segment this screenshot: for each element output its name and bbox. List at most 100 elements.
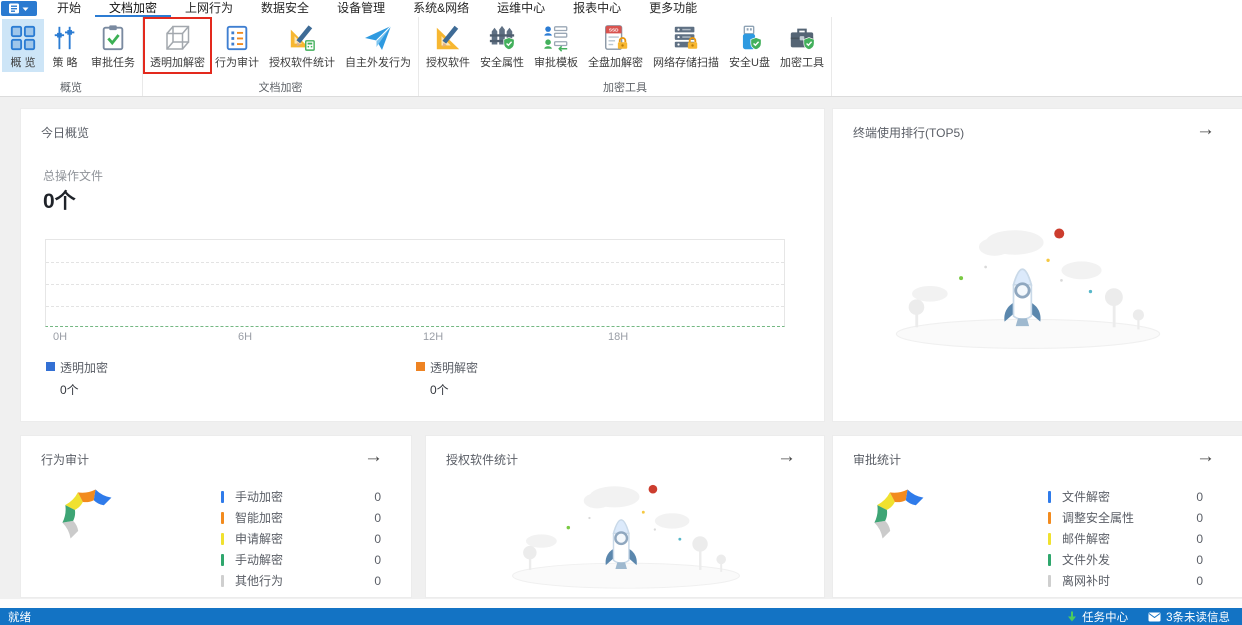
panel-title: 授权软件统计 — [446, 453, 519, 467]
legend-row: 手动解密 0 — [221, 549, 381, 570]
tab-internet-behavior[interactable]: 上网行为 — [171, 0, 247, 17]
ribbon-item-label: 授权软件 — [426, 57, 470, 69]
panel-arrow-link[interactable]: → — [777, 447, 796, 467]
legend-row: 调整安全属性 0 — [1048, 507, 1203, 528]
ribbon-item-outgoing-behavior[interactable]: 自主外发行为 — [340, 19, 416, 72]
behavior-audit-list-icon — [226, 25, 248, 51]
ribbon-item-label: 概 览 — [10, 57, 36, 69]
panel-today-overview: 今日概览 总操作文件 0个 0H 6H 12H 18H 透明加密 0个 透明解密… — [20, 108, 825, 422]
legend-marker — [46, 362, 55, 371]
ribbon-item-label: 授权软件统计 — [269, 57, 335, 69]
tab-system-network[interactable]: 系统&网络 — [399, 0, 483, 17]
ribbon-group-encryption-tools: 授权软件 安全属性 审批模板 SSD 全盘加解密 网络存储扫描 安全U盘 加密工… — [419, 17, 832, 96]
legend-row: 其他行为 0 — [221, 570, 381, 591]
panel-title: 审批统计 — [853, 453, 902, 467]
ribbon-item-overview[interactable]: 概 览 — [2, 19, 44, 72]
ribbon-group-label: 文档加密 — [258, 82, 303, 94]
tab-data-security[interactable]: 数据安全 — [247, 0, 323, 17]
ribbon-item-behavior-audit[interactable]: 行为审计 — [210, 19, 264, 72]
tab-start[interactable]: 开始 — [43, 0, 95, 17]
download-arrow-icon — [1068, 611, 1077, 621]
ribbon-item-policy[interactable]: 策 略 — [44, 19, 86, 72]
x-tick: 12H — [423, 331, 444, 343]
legend-label: 透明解密 — [430, 361, 479, 375]
ribbon-item-approval-template[interactable]: 审批模板 — [529, 19, 583, 72]
panel-terminal-rank: 终端使用排行(TOP5) → — [832, 108, 1242, 422]
behavior-audit-gauge-chart — [59, 484, 123, 548]
panel-arrow-link[interactable]: → — [1196, 447, 1215, 467]
legend-row: 离网补时 0 — [1048, 570, 1203, 591]
behavior-audit-legend: 手动加密 0 智能加密 0 申请解密 0 手动解密 0 其他行为 0 — [221, 486, 381, 591]
ribbon-item-label: 自主外发行为 — [345, 57, 411, 69]
ribbon-item-label: 行为审计 — [215, 57, 259, 69]
ribbon-item-licensed-software-stats[interactable]: 授权软件统计 — [264, 19, 340, 72]
task-center-button[interactable]: 任务中心 — [1067, 609, 1128, 625]
ribbon-item-crypt-toolbox[interactable]: 加密工具 — [775, 19, 829, 72]
ribbon-item-label: 安全属性 — [480, 57, 524, 69]
legend-transparent-encrypt: 透明加密 0个 — [46, 359, 108, 398]
total-files-value: 0个 — [43, 190, 76, 213]
ribbon-item-secure-usb[interactable]: 安全U盘 — [724, 19, 775, 72]
ribbon-item-transparent-crypt[interactable]: 透明加解密 — [145, 19, 210, 72]
network-storage-scan-icon — [674, 26, 699, 50]
outgoing-paper-plane-icon — [365, 25, 392, 50]
empty-state-rocket-illustration — [883, 209, 1173, 354]
legend-row: 智能加密 0 — [221, 507, 381, 528]
app-window: 开始 文档加密 上网行为 数据安全 设备管理 系统&网络 运维中心 报表中心 更… — [0, 0, 1242, 625]
tab-document-encryption[interactable]: 文档加密 — [95, 0, 172, 17]
crypt-toolbox-icon — [790, 28, 815, 51]
menu-bar: 开始 文档加密 上网行为 数据安全 设备管理 系统&网络 运维中心 报表中心 更… — [0, 0, 1242, 17]
app-menu-button[interactable] — [1, 1, 37, 16]
ribbon-group-document-encryption: 透明加解密 行为审计 授权软件统计 自主外发行为 文档加密 — [143, 17, 419, 96]
panel-behavior-audit: 行为审计 → 手动加密 0 智能加密 0 申请解密 0 手动解密 0 其他行为 0 — [20, 435, 412, 598]
panel-title: 今日概览 — [41, 126, 90, 140]
full-disk-crypt-icon: SSD — [604, 25, 628, 50]
ribbon-item-full-disk-crypt[interactable]: SSD 全盘加解密 — [583, 19, 648, 72]
ribbon-spacer — [832, 17, 1242, 96]
legend-row: 文件外发 0 — [1048, 549, 1203, 570]
legend-value: 0个 — [60, 383, 79, 397]
unread-messages-label: 3条未读信息 — [1166, 611, 1230, 624]
panel-title: 行为审计 — [41, 453, 90, 467]
ribbon-item-label: 透明加解密 — [150, 57, 205, 69]
ribbon-item-label: 审批模板 — [534, 57, 578, 69]
legend-label: 透明加密 — [60, 361, 109, 375]
ribbon-item-licensed-software[interactable]: 授权软件 — [421, 19, 475, 72]
x-tick: 0H — [53, 331, 68, 343]
ribbon-item-label: 策 略 — [52, 57, 78, 69]
today-trend-chart — [45, 239, 785, 327]
approval-stats-legend: 文件解密 0 调整安全属性 0 邮件解密 0 文件外发 0 离网补时 0 — [1048, 486, 1203, 591]
bottom-strip — [0, 599, 1242, 608]
licensed-software-icon — [436, 25, 460, 50]
tab-more-functions[interactable]: 更多功能 — [635, 0, 711, 17]
ribbon-item-network-storage-scan[interactable]: 网络存储扫描 — [648, 19, 724, 72]
policy-sliders-icon — [54, 26, 75, 50]
panel-arrow-link[interactable]: → — [364, 447, 383, 467]
transparent-crypt-cube-icon — [165, 25, 189, 50]
legend-row: 申请解密 0 — [221, 528, 381, 549]
licensed-software-stats-icon — [290, 25, 315, 51]
ribbon-group-label: 概览 — [60, 82, 82, 94]
legend-marker — [416, 362, 425, 371]
unread-messages-button[interactable]: 3条未读信息 — [1148, 609, 1230, 625]
approval-task-clipboard-icon — [102, 25, 124, 51]
menu-tabs: 开始 文档加密 上网行为 数据安全 设备管理 系统&网络 运维中心 报表中心 更… — [43, 0, 711, 17]
ribbon-group-overview: 概 览 策 略 审批任务 概览 — [0, 17, 143, 96]
tab-report-center[interactable]: 报表中心 — [559, 0, 635, 17]
tab-device-management[interactable]: 设备管理 — [323, 0, 399, 17]
panel-arrow-link[interactable]: → — [1196, 120, 1215, 140]
ribbon-item-security-attribute[interactable]: 安全属性 — [475, 19, 529, 72]
approval-stats-gauge-chart — [871, 484, 935, 548]
ribbon-item-label: 安全U盘 — [729, 57, 770, 69]
ribbon-item-approval-tasks[interactable]: 审批任务 — [86, 19, 140, 72]
legend-transparent-decrypt: 透明解密 0个 — [416, 359, 478, 398]
dashboard-content: 今日概览 总操作文件 0个 0H 6H 12H 18H 透明加密 0个 透明解密… — [0, 97, 1242, 608]
tab-ops-center[interactable]: 运维中心 — [483, 0, 559, 17]
empty-state-rocket-illustration — [481, 468, 771, 593]
ribbon-item-label: 审批任务 — [91, 57, 135, 69]
x-axis-ticks: 0H 6H 12H 18H — [45, 331, 785, 345]
overview-grid-icon — [10, 25, 36, 51]
envelope-icon — [1148, 612, 1161, 621]
status-ready-text: 就绪 — [8, 611, 31, 624]
ribbon-item-label: 全盘加解密 — [588, 57, 643, 69]
